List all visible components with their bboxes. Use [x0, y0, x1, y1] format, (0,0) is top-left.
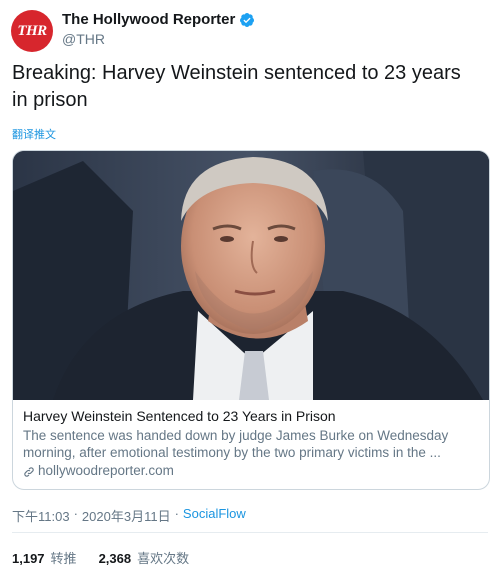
link-icon: [23, 465, 35, 477]
link-card[interactable]: Harvey Weinstein Sentenced to 23 Years i…: [12, 150, 490, 490]
card-domain[interactable]: hollywoodreporter.com: [23, 462, 481, 480]
tweet-meta: 下午11:03 · 2020年3月11日 · SocialFlow: [12, 506, 246, 525]
card-description: The sentence was handed down by judge Ja…: [23, 427, 481, 461]
like-label[interactable]: 喜欢次数: [137, 548, 189, 567]
translate-tweet-link[interactable]: 翻译推文: [12, 126, 56, 142]
card-title[interactable]: Harvey Weinstein Sentenced to 23 Years i…: [23, 407, 481, 426]
tweet-date[interactable]: 2020年3月11日: [82, 506, 171, 525]
tweet-text-line2: in prison: [12, 89, 88, 111]
like-count[interactable]: 2,368: [99, 551, 132, 566]
display-name[interactable]: The Hollywood Reporter: [62, 11, 235, 28]
verified-badge-icon: [239, 12, 255, 28]
avatar-text: THR: [17, 22, 47, 39]
retweet-label[interactable]: 转推: [51, 548, 77, 567]
tweet-time[interactable]: 下午11:03: [12, 506, 70, 525]
card-description-line1: The sentence was handed down by judge Ja…: [23, 428, 449, 443]
tweet-stats: 1,197 转推 2,368 喜欢次数: [12, 548, 189, 567]
handle[interactable]: @THR: [62, 31, 105, 47]
retweet-count[interactable]: 1,197: [12, 551, 45, 566]
card-description-line2: morning, after emotional testimony by th…: [23, 445, 441, 460]
card-image: [13, 151, 489, 400]
meta-separator: ·: [73, 506, 78, 521]
card-body: Harvey Weinstein Sentenced to 23 Years i…: [23, 407, 481, 480]
author-name-line: The Hollywood Reporter: [62, 11, 255, 28]
card-domain-text: hollywoodreporter.com: [38, 463, 174, 478]
meta-separator: ·: [174, 506, 179, 521]
tweet-text: Breaking: Harvey Weinstein sentenced to …: [12, 60, 492, 114]
tweet-text-line1: Breaking: Harvey Weinstein sentenced to …: [12, 62, 461, 84]
tweet-source-link[interactable]: SocialFlow: [183, 506, 246, 525]
tweet: THR The Hollywood Reporter @THR Breaking…: [0, 0, 500, 575]
divider: [12, 532, 488, 533]
avatar[interactable]: THR: [11, 10, 53, 52]
